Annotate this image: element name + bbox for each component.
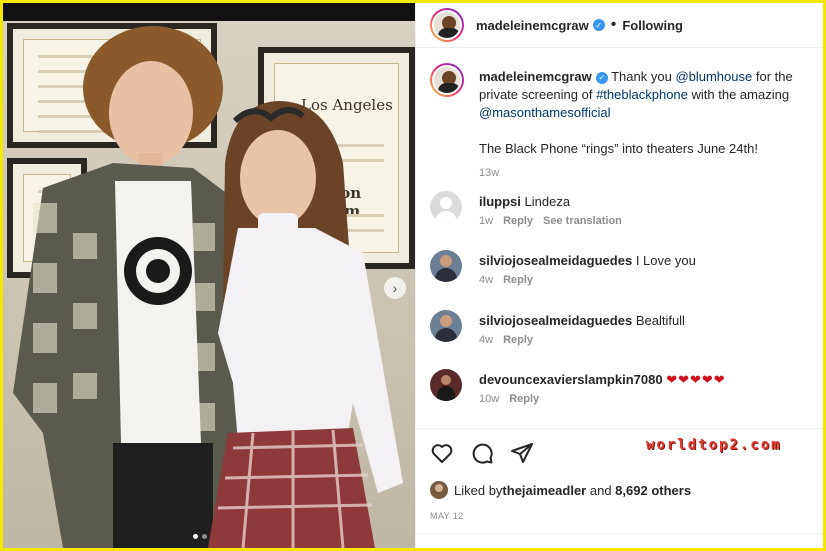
comment-time[interactable]: 4w [479, 334, 493, 346]
post-header: madeleinemcgraw ✓ • Following [416, 3, 823, 48]
verified-badge-icon: ✓ [592, 19, 605, 31]
comment-text: Lindeza [524, 194, 571, 209]
liker-avatar[interactable] [430, 481, 448, 499]
post-date[interactable]: MAY 12 [430, 511, 464, 521]
caption-line-2: The Black Phone “rings” into theaters Ju… [479, 141, 758, 156]
comment-text: ❤❤❤❤❤ [666, 372, 726, 387]
caption-avatar[interactable] [432, 65, 462, 95]
comment-text: I Love you [635, 253, 696, 268]
next-photo-button[interactable]: › [384, 277, 406, 299]
caption-username[interactable]: madeleinemcgraw [479, 69, 592, 84]
caption-text: madeleinemcgraw ✓ Thank you @blumhouse fo… [479, 68, 823, 182]
likes-count[interactable]: 8,692 others [615, 483, 691, 498]
reply-button[interactable]: Reply [503, 215, 533, 227]
comment-avatar[interactable] [430, 191, 462, 223]
author-avatar[interactable] [432, 10, 462, 40]
caption-part-3: with the amazing [687, 87, 790, 102]
comment-time[interactable]: 1w [479, 215, 493, 227]
comment-body: iluppsi Lindeza [479, 193, 819, 211]
comment-avatar[interactable] [430, 369, 462, 401]
see-translation-button[interactable]: See translation [543, 215, 622, 227]
comment-username[interactable]: devouncexavierslampkin7080 [479, 372, 663, 387]
comment-box-divider [416, 533, 823, 534]
reply-button[interactable]: Reply [503, 334, 533, 346]
comment-meta: 10w Reply [479, 393, 549, 405]
comment-meta: 4w Reply [479, 334, 543, 346]
comment-username[interactable]: iluppsi [479, 194, 521, 209]
action-icons [430, 441, 534, 465]
comment-body: silviojosealmeidaguedes Bealtifull [479, 312, 819, 330]
author-username[interactable]: madeleinemcgraw [476, 18, 589, 33]
reply-button[interactable]: Reply [509, 393, 539, 405]
comment-meta: 4w Reply [479, 274, 543, 286]
likes-middle: and [586, 482, 616, 498]
comment-username[interactable]: silviojosealmeidaguedes [479, 313, 632, 328]
comment-avatar[interactable] [430, 310, 462, 342]
comment-time[interactable]: 4w [479, 274, 493, 286]
screenshot-frame: Los Angeles Jason Blum [3, 3, 823, 548]
post-actions: worldtop2.com Liked by thejaimeadler and… [416, 428, 823, 548]
comment-body: silviojosealmeidaguedes I Love you [479, 252, 819, 270]
comment-avatar[interactable] [430, 250, 462, 282]
likes-prefix: Liked by [454, 482, 503, 498]
following-button[interactable]: Following [622, 18, 683, 33]
comment-meta: 1w Reply See translation [479, 215, 622, 227]
reply-button[interactable]: Reply [503, 274, 533, 286]
hashtag-theblackphone[interactable]: #theblackphone [596, 87, 688, 102]
mention-blumhouse[interactable]: @blumhouse [675, 69, 752, 84]
comment-username[interactable]: silviojosealmeidaguedes [479, 253, 632, 268]
mention-masonthames[interactable]: @masonthamesofficial [479, 105, 610, 120]
likes-row: Liked by thejaimeadler and 8,692 others [430, 481, 691, 499]
comment-text: Bealtifull [635, 313, 685, 328]
comment-time[interactable]: 10w [479, 393, 499, 405]
caption-time[interactable]: 13w [479, 164, 823, 182]
caption-avatar-ring[interactable] [430, 63, 464, 97]
post-photo[interactable]: Los Angeles Jason Blum [3, 3, 415, 548]
comment-icon[interactable] [470, 441, 494, 465]
caption-verified-icon: ✓ [595, 71, 608, 84]
post-panel: madeleinemcgraw ✓ • Following madeleinem… [415, 3, 823, 548]
comment-body: devouncexavierslampkin7080 ❤❤❤❤❤ [479, 371, 819, 389]
heart-icon[interactable] [430, 441, 454, 465]
caption-part-1: Thank you [611, 69, 676, 84]
carousel-dots [193, 534, 207, 539]
liker-username[interactable]: thejaimeadler [502, 483, 586, 498]
author-avatar-ring[interactable] [430, 8, 464, 42]
share-icon[interactable] [510, 441, 534, 465]
watermark: worldtop2.com [646, 437, 782, 453]
people-illustration [13, 26, 403, 548]
header-separator: • [610, 16, 617, 33]
